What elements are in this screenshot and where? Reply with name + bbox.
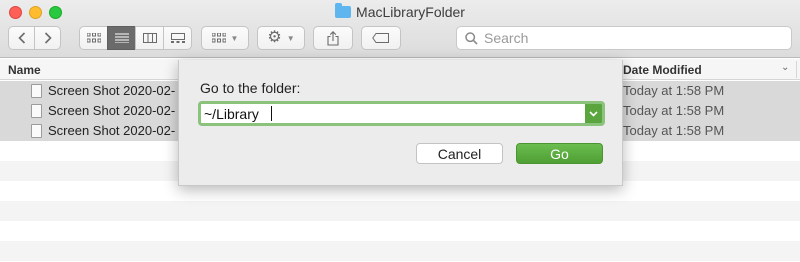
chevron-down-icon: ▼ bbox=[230, 33, 239, 43]
share-button[interactable] bbox=[313, 26, 353, 50]
column-divider[interactable] bbox=[796, 61, 797, 78]
folder-path-combobox[interactable] bbox=[198, 101, 605, 126]
file-name: Screen Shot 2020-02- bbox=[48, 83, 176, 98]
view-mode-segmented-control bbox=[79, 26, 192, 50]
chevron-right-icon bbox=[44, 32, 52, 44]
gallery-view-button[interactable] bbox=[163, 26, 192, 50]
chevron-down-icon bbox=[589, 110, 598, 117]
go-to-folder-label: Go to the folder: bbox=[200, 80, 301, 96]
window-title: MacLibraryFolder bbox=[356, 4, 465, 20]
icon-view-button[interactable] bbox=[79, 26, 108, 50]
list-view-icon bbox=[114, 33, 129, 43]
tags-button[interactable] bbox=[361, 26, 401, 50]
search-icon bbox=[465, 31, 478, 45]
cancel-button[interactable]: Cancel bbox=[416, 143, 503, 164]
column-header-name[interactable]: Name bbox=[8, 63, 41, 77]
image-file-icon bbox=[31, 84, 42, 98]
folder-path-input[interactable] bbox=[201, 104, 585, 123]
tag-icon bbox=[372, 33, 389, 43]
file-date-modified: Today at 1:58 PM bbox=[623, 123, 725, 138]
text-cursor bbox=[271, 106, 272, 121]
share-icon bbox=[327, 30, 339, 46]
icon-view-icon bbox=[86, 33, 101, 43]
chevron-down-icon: ▼ bbox=[286, 33, 295, 43]
action-menu-button[interactable]: ⚙ ▼ bbox=[257, 26, 305, 50]
file-date-modified: Today at 1:58 PM bbox=[623, 103, 725, 118]
file-name: Screen Shot 2020-02- bbox=[48, 103, 176, 118]
chevron-left-icon bbox=[17, 32, 25, 44]
column-view-icon bbox=[142, 33, 157, 43]
empty-row bbox=[0, 221, 800, 241]
empty-row bbox=[0, 241, 800, 261]
search-field[interactable] bbox=[456, 26, 792, 50]
file-date-modified: Today at 1:58 PM bbox=[623, 83, 725, 98]
gallery-view-icon bbox=[170, 33, 185, 43]
go-to-folder-sheet: Go to the folder: Cancel Go bbox=[178, 60, 623, 186]
image-file-icon bbox=[31, 124, 42, 138]
folder-icon bbox=[335, 3, 352, 18]
go-button[interactable]: Go bbox=[516, 143, 603, 164]
column-header-date-modified[interactable]: Date Modified bbox=[623, 63, 702, 77]
file-name: Screen Shot 2020-02- bbox=[48, 123, 176, 138]
forward-button[interactable] bbox=[34, 26, 61, 50]
list-view-button[interactable] bbox=[107, 26, 136, 50]
search-input[interactable] bbox=[484, 30, 774, 46]
image-file-icon bbox=[31, 104, 42, 118]
arrange-icon bbox=[211, 33, 226, 43]
gear-icon: ⚙ bbox=[267, 29, 282, 46]
empty-row bbox=[0, 201, 800, 221]
column-view-button[interactable] bbox=[135, 26, 164, 50]
window-toolbar: MacLibraryFolder ▼ ⚙ ▼ Search bbox=[0, 0, 800, 58]
group-by-button[interactable]: ▼ bbox=[201, 26, 249, 50]
window-title-bar: MacLibraryFolder bbox=[0, 3, 800, 21]
back-button[interactable] bbox=[8, 26, 35, 50]
path-history-dropdown-button[interactable] bbox=[585, 104, 602, 123]
chevron-down-icon[interactable]: ⌄ bbox=[781, 62, 789, 73]
